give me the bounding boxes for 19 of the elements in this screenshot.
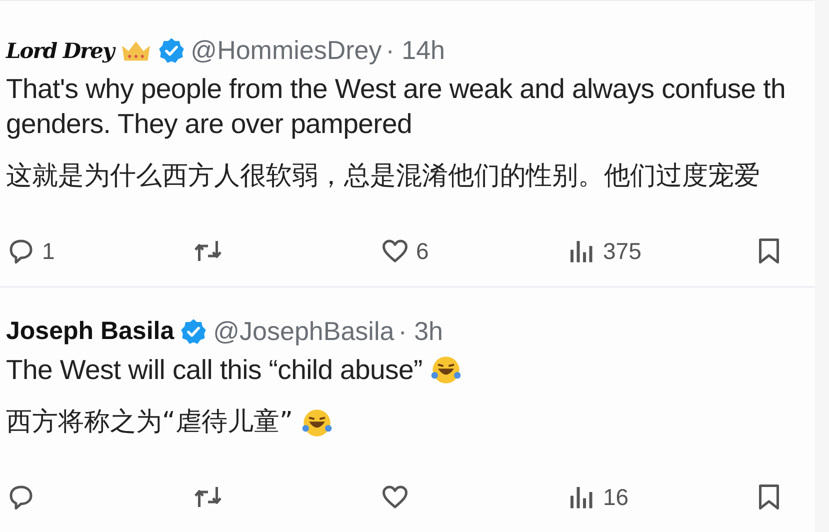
action-count: 16	[603, 484, 629, 510]
post-time: · 14h	[386, 34, 446, 66]
post-text: genders. They are over pampered	[6, 107, 412, 141]
post-time: · 3h	[398, 316, 444, 346]
action-count: 1	[42, 238, 55, 264]
user-handle[interactable]: @JosephBasila	[213, 316, 394, 346]
user-handle[interactable]: @HommiesDrey	[190, 34, 382, 66]
laughing-emoji-icon	[430, 354, 462, 386]
user-name[interactable]: Joseph Basila	[6, 316, 174, 346]
post-text: The West will call this “child abuse”	[6, 353, 422, 387]
translated-text: 西方将称之为“虐待儿童”	[6, 406, 293, 439]
post-text: That's why people from the West are weak and always confuse th	[6, 72, 786, 106]
verified-badge-icon	[158, 36, 185, 64]
translated-text: 这就是为什么西方人很软弱，总是混淆他们的性别。他们过度宠爱	[6, 160, 760, 193]
user-name[interactable]: Lord Drey	[6, 38, 114, 62]
verified-badge-icon	[180, 318, 208, 344]
action-count: 6	[416, 238, 429, 264]
action-count: 375	[603, 238, 642, 264]
laughing-emoji-icon	[300, 406, 333, 438]
